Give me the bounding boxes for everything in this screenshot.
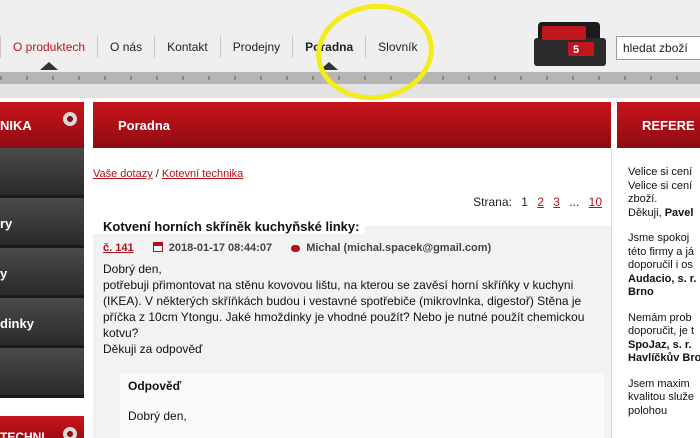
- reference-line: Děkuji,: [628, 206, 662, 219]
- nav-label: Kontakt: [167, 40, 208, 54]
- main-header: Poradna: [93, 102, 611, 148]
- left-panel-header: NIKA: [0, 102, 84, 148]
- right-panel-title: REFERE: [642, 118, 695, 133]
- left-menu-item[interactable]: y: [0, 248, 84, 298]
- reference-line: kvalitou služe: [628, 391, 695, 403]
- reference-line: Nemám prob: [628, 311, 692, 324]
- search-input[interactable]: hledat zboží: [616, 36, 700, 60]
- left-panel-title: NIKA: [0, 118, 32, 133]
- column-divider: [611, 148, 612, 438]
- reference-line: polohou: [628, 404, 668, 417]
- nav-item-o-nas[interactable]: O nás: [98, 33, 154, 61]
- reference-company: SpoJaz, s. r.: [628, 338, 692, 351]
- reference-line: Velice si cení: [628, 179, 693, 192]
- speech-bubble-icon: [291, 245, 301, 252]
- question-line: Děkuji za odpověď: [103, 342, 203, 356]
- left-panel-title-2: TECHNI: [0, 430, 45, 438]
- left-menu-label: ry: [0, 216, 13, 231]
- pagination-link[interactable]: 2: [537, 195, 544, 209]
- breadcrumb-link-vase-dotazy[interactable]: Vaše dotazy: [93, 168, 153, 180]
- answer-text: Dobrý den,: [128, 409, 187, 423]
- nav-item-kontakt[interactable]: Kontakt: [155, 33, 220, 61]
- left-menu-label: dinky: [0, 316, 34, 331]
- reference-city: Havlíčkův Bro: [628, 352, 700, 364]
- pagination-ellipsis: ...: [569, 195, 580, 209]
- question-line: potřebuji přimontovat na stěnu kovovou l…: [103, 278, 574, 292]
- reference-line: Jsme spokoj: [628, 232, 690, 244]
- question-author: Michal (michal.spacek@gmail.com): [306, 242, 492, 254]
- breadcrumb: Vaše dotazy / Kotevní technika: [93, 168, 243, 180]
- gear-icon: [63, 112, 77, 126]
- nav-label: O produktech: [13, 40, 86, 54]
- left-menu-item[interactable]: ry: [0, 198, 84, 248]
- question-line: příčka z 10cm Ytongu. Jaké hmoždinky je …: [103, 310, 585, 324]
- reference-line: této firmy a já: [628, 245, 695, 258]
- nav-item-prodejny[interactable]: Prodejny: [221, 33, 292, 61]
- answer-title: Odpověď: [128, 379, 182, 393]
- nav-label: O nás: [110, 40, 143, 54]
- left-menu-label: y: [0, 266, 8, 281]
- nav-label: Prodejny: [232, 40, 281, 54]
- answer-panel: [120, 373, 604, 438]
- reference-item: Jsme spokoj této firmy a já doporučil i …: [628, 232, 700, 300]
- pagination-link[interactable]: 3: [553, 195, 560, 209]
- pagination-current: 1: [521, 195, 528, 209]
- left-menu-item[interactable]: [0, 348, 84, 398]
- reference-line: doporučit, je t: [628, 325, 695, 337]
- calendar-icon: [152, 242, 163, 252]
- reference-author: Pavel: [664, 206, 694, 219]
- right-panel-header: REFERE: [617, 102, 700, 148]
- nav-item-o-produktech[interactable]: O produktech: [1, 33, 97, 70]
- question-title-text: Kotvení horních skříněk kuchyňské linky:: [93, 219, 366, 234]
- left-panel-header-2: TECHNI: [0, 416, 84, 438]
- question-line: Dobrý den,: [103, 262, 162, 276]
- reference-item: Jsem maxim kvalitou služe polohou: [628, 378, 700, 419]
- question-meta: č. 141 2018-01-17 08:44:07 Michal (micha…: [103, 242, 491, 254]
- reference-line: Jsem maxim: [628, 377, 690, 390]
- question-date: 2018-01-17 08:44:07: [168, 242, 273, 254]
- question-line: (IKEA). V některých skříňkách budou i ve…: [103, 294, 582, 308]
- left-category-menu: ry y dinky: [0, 148, 84, 398]
- reference-line: doporučil i os: [628, 259, 693, 271]
- reference-line: zboží.: [628, 193, 658, 205]
- left-menu-item[interactable]: [0, 148, 84, 198]
- references-list: Velice si cení Velice si cení zboží. Děk…: [628, 166, 700, 430]
- reference-item: Nemám prob doporučit, je t SpoJaz, s. r.…: [628, 312, 700, 366]
- page-title: Poradna: [118, 118, 171, 133]
- svg-text:5: 5: [573, 44, 579, 56]
- question-line: kotvu?: [103, 326, 139, 340]
- question-title: Kotvení horních skříněk kuchyňské linky:: [93, 219, 611, 234]
- breadcrumb-link-kotevni-technika[interactable]: Kotevní technika: [162, 168, 243, 180]
- reference-city: Brno: [628, 286, 654, 298]
- pagination-label: Strana:: [473, 195, 512, 209]
- battery-product-image: 5: [534, 22, 606, 66]
- gear-icon: [63, 427, 77, 438]
- question-number-link[interactable]: č. 141: [103, 242, 134, 254]
- left-menu-item[interactable]: dinky: [0, 298, 84, 348]
- reference-item: Velice si cení Velice si cení zboží. Děk…: [628, 166, 700, 220]
- nav-arrow-icon: [40, 62, 59, 70]
- question-body: Dobrý den, potřebuji přimontovat na stěn…: [103, 261, 603, 357]
- reference-company: Audacio, s. r.: [628, 272, 697, 285]
- pagination: Strana: 1 2 3 ... 10: [473, 195, 602, 209]
- pagination-link-last[interactable]: 10: [589, 195, 602, 209]
- reference-line: Velice si cení: [628, 166, 693, 178]
- breadcrumb-separator: /: [155, 168, 159, 180]
